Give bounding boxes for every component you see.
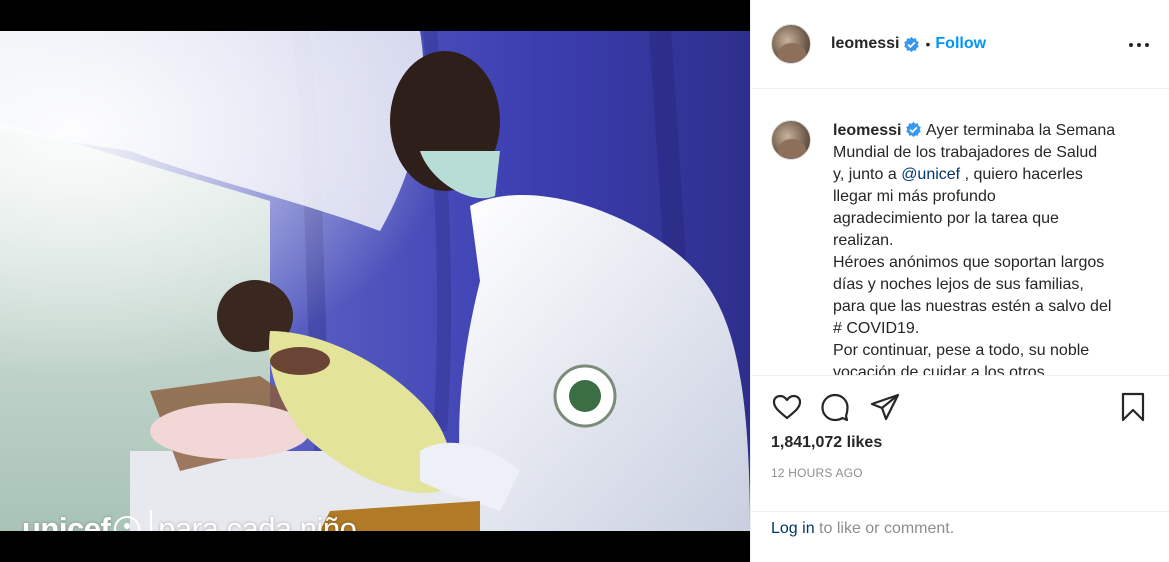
- caption-text: Mundial de los trabajadores de Salud: [833, 144, 1098, 161]
- watermark-divider: [150, 510, 153, 531]
- verified-badge-icon: [906, 121, 922, 138]
- caption-avatar[interactable]: [771, 120, 811, 160]
- more-options-icon[interactable]: [1129, 36, 1149, 54]
- watermark-tagline: para cada niño: [158, 511, 357, 531]
- caption-text: días y noches lejos de sus familias,: [833, 276, 1084, 293]
- caption-text: Por continuar, pese a todo, su noble: [833, 342, 1090, 359]
- caption-text: para que las nuestras estén a salvo del: [833, 298, 1112, 315]
- instagram-post-view: unicef para cada niño leomessi • Follow: [0, 0, 1169, 562]
- bookmark-icon[interactable]: [1117, 391, 1149, 423]
- caption-text: realizan.: [833, 232, 894, 249]
- caption-text: vocación de cuidar a los otros.: [833, 364, 1050, 375]
- likes-count[interactable]: 1,841,072 likes: [771, 434, 882, 452]
- post-timestamp[interactable]: 12 HOURS AGO: [771, 466, 863, 480]
- caption-text: , quiero hacerles: [960, 166, 1083, 183]
- follow-button[interactable]: Follow: [935, 35, 986, 53]
- caption-text: agradecimiento por la tarea que: [833, 210, 1059, 227]
- post-photo[interactable]: unicef para cada niño: [0, 31, 750, 531]
- caption-text: Ayer terminaba la Semana: [926, 122, 1116, 139]
- post-side-panel: leomessi • Follow leomessi Ayer terminab…: [750, 0, 1169, 562]
- verified-badge-icon: [904, 36, 920, 52]
- caption-username[interactable]: leomessi: [833, 122, 901, 139]
- post-caption: leomessi Ayer terminaba la Semana Mundia…: [751, 90, 1169, 375]
- unicef-watermark: unicef para cada niño: [22, 510, 357, 531]
- caption-text: # COVID19.: [833, 320, 920, 337]
- header-separator: •: [925, 36, 931, 52]
- caption-line: y, junto a @unicef , quiero hacerles: [833, 164, 1138, 186]
- photo-illustration: [0, 31, 750, 531]
- post-header: leomessi • Follow: [751, 0, 1169, 89]
- caption-line: leomessi Ayer terminaba la Semana: [833, 120, 1138, 142]
- caption-body: leomessi Ayer terminaba la Semana Mundia…: [833, 120, 1138, 375]
- post-actions: 1,841,072 likes 12 HOURS AGO: [751, 375, 1169, 511]
- caption-text: llegar mi más profundo: [833, 188, 996, 205]
- unicef-emblem-icon: [114, 516, 141, 531]
- caption-text: Héroes anónimos que soportan largos: [833, 254, 1105, 271]
- login-link[interactable]: Log in: [771, 520, 815, 537]
- mention-link[interactable]: @unicef: [901, 166, 960, 183]
- post-media: unicef para cada niño: [0, 0, 750, 562]
- author-username[interactable]: leomessi: [831, 35, 899, 53]
- comment-icon[interactable]: [819, 391, 851, 423]
- watermark-brand: unicef: [22, 511, 111, 531]
- author-avatar[interactable]: [771, 24, 811, 64]
- paper-plane-icon[interactable]: [869, 391, 901, 423]
- login-prompt-text: to like or comment.: [814, 520, 955, 537]
- caption-text: y, junto a: [833, 166, 902, 183]
- login-prompt: Log in to like or comment.: [751, 511, 1169, 562]
- heart-icon[interactable]: [771, 391, 803, 423]
- action-icons: [771, 391, 1149, 425]
